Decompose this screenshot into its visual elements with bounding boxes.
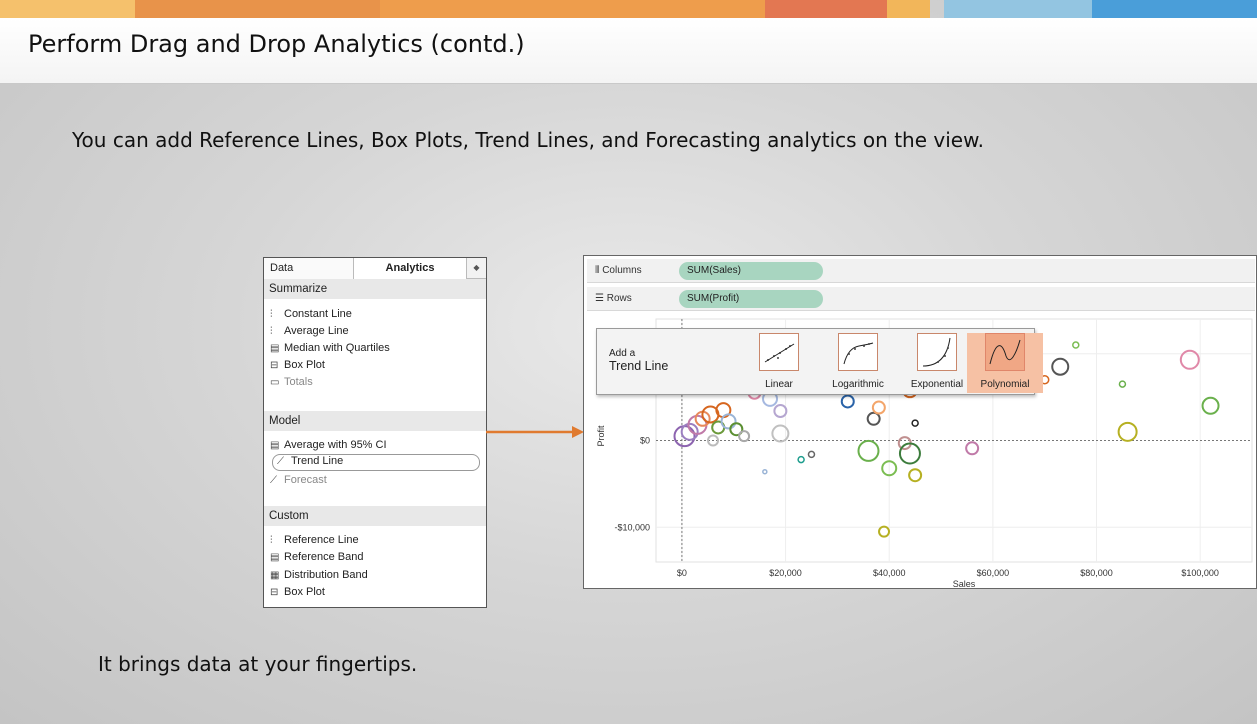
scatter-chart: $0$20,000$40,000$60,000$80,000$100,000$1… bbox=[596, 318, 1253, 588]
y-axis-label: Profit bbox=[596, 425, 606, 447]
trend-line-row[interactable]: ⟋ Trend Line bbox=[264, 454, 486, 472]
pane-item-label: Reference Band bbox=[284, 551, 364, 563]
box-plot-icon: ⊟ bbox=[270, 360, 279, 371]
x-tick-label: $20,000 bbox=[769, 568, 802, 578]
totals-icon: ▭ bbox=[270, 377, 280, 388]
band-icon: ▤ bbox=[270, 552, 280, 563]
trend-popup-line2: Trend Line bbox=[609, 359, 669, 373]
pane-item-trend-line[interactable]: ⟋ Trend Line bbox=[272, 454, 480, 471]
accent-segment bbox=[887, 0, 930, 18]
accent-segment bbox=[1092, 0, 1257, 18]
pane-item-label: Totals bbox=[284, 376, 313, 388]
trend-popup-title: Add a Trend Line bbox=[609, 347, 668, 373]
exponential-trend-icon bbox=[917, 333, 957, 371]
outro-text: It brings data at your fingertips. bbox=[98, 652, 418, 676]
accent-segment bbox=[380, 0, 765, 18]
trend-option-label: Polynomial bbox=[980, 379, 1030, 390]
slide-header: Perform Drag and Drop Analytics (contd.) bbox=[0, 18, 1257, 84]
reference-line-icon: ⫶ bbox=[270, 326, 273, 337]
trend-icon: ⟋ bbox=[277, 456, 284, 467]
pane-item-average-line[interactable]: ⫶ Average Line bbox=[270, 325, 349, 340]
trend-option-logarithmic[interactable]: Logarithmic bbox=[820, 333, 896, 393]
pane-item-label: Box Plot bbox=[284, 359, 325, 371]
pane-item-forecast[interactable]: ⟋ Forecast bbox=[270, 474, 327, 489]
pane-item-reference-line[interactable]: ⫶ Reference Line bbox=[270, 534, 359, 549]
pane-item-label: Trend Line bbox=[291, 455, 344, 467]
trend-option-linear[interactable]: Linear bbox=[741, 333, 817, 393]
accent-segment bbox=[135, 0, 380, 18]
pane-tabs: Data Analytics ◆ bbox=[264, 258, 486, 279]
pane-item-label: Median with Quartiles bbox=[284, 342, 390, 354]
y-tick-label: $0 bbox=[640, 436, 650, 446]
linear-trend-icon bbox=[759, 333, 799, 371]
pane-item-average-95ci[interactable]: ▤ Average with 95% CI bbox=[270, 439, 387, 454]
trend-option-polynomial[interactable]: Polynomial bbox=[967, 333, 1043, 393]
box-plot-icon: ⊟ bbox=[270, 587, 279, 598]
x-tick-label: $80,000 bbox=[1080, 568, 1113, 578]
pane-item-constant-line[interactable]: ⫶ Constant Line bbox=[270, 308, 352, 323]
x-tick-label: $40,000 bbox=[873, 568, 906, 578]
distribution-icon: ▦ bbox=[270, 570, 280, 581]
tableau-view: ⦀ Columns SUM(Sales) ☰ Rows SUM(Profit) … bbox=[583, 255, 1257, 589]
dropdown-caret-icon[interactable]: ◆ bbox=[466, 258, 486, 279]
trend-option-label: Exponential bbox=[910, 379, 964, 390]
section-custom: Custom bbox=[264, 506, 486, 526]
trend-option-exponential[interactable]: Exponential bbox=[899, 333, 975, 393]
pane-item-totals[interactable]: ▭ Totals bbox=[270, 376, 313, 391]
tab-data[interactable]: Data bbox=[264, 258, 354, 279]
accent-segment bbox=[765, 0, 887, 18]
pane-item-label: Distribution Band bbox=[284, 569, 368, 581]
reference-line-icon: ⫶ bbox=[270, 535, 273, 546]
logarithmic-trend-icon bbox=[838, 333, 878, 371]
trend-line-popup: Add a Trend Line Linear Logarithmic Expo… bbox=[596, 328, 1043, 395]
x-tick-label: $100,000 bbox=[1181, 568, 1219, 578]
x-tick-label: $0 bbox=[677, 568, 687, 578]
forecast-icon: ⟋ bbox=[270, 475, 277, 486]
pane-item-label: Average with 95% CI bbox=[284, 439, 387, 451]
drag-arrow-icon bbox=[486, 426, 584, 438]
accent-bar bbox=[0, 0, 1257, 18]
trend-option-label: Logarithmic bbox=[832, 379, 884, 390]
pane-item-label: Forecast bbox=[284, 474, 327, 486]
section-model: Model bbox=[264, 411, 486, 431]
y-tick-label: -$10,000 bbox=[614, 522, 650, 532]
tab-analytics[interactable]: Analytics bbox=[354, 258, 466, 279]
band-icon: ▤ bbox=[270, 343, 280, 354]
reference-line-icon: ⫶ bbox=[270, 309, 273, 320]
pane-item-median-quartiles[interactable]: ▤ Median with Quartiles bbox=[270, 342, 390, 357]
trend-option-label: Linear bbox=[765, 379, 793, 390]
polynomial-trend-icon bbox=[985, 333, 1025, 371]
analytics-pane: Data Analytics ◆ Summarize ⫶ Constant Lin… bbox=[263, 257, 487, 608]
pane-item-label: Constant Line bbox=[284, 308, 352, 320]
x-axis-label: Sales bbox=[953, 579, 976, 588]
pane-item-box-plot-custom[interactable]: ⊟ Box Plot bbox=[270, 586, 325, 601]
band-icon: ▤ bbox=[270, 440, 280, 451]
accent-segment bbox=[944, 0, 1092, 18]
pane-item-label: Average Line bbox=[284, 325, 349, 337]
pane-item-box-plot[interactable]: ⊟ Box Plot bbox=[270, 359, 325, 374]
x-tick-label: $60,000 bbox=[977, 568, 1010, 578]
section-summarize: Summarize bbox=[264, 279, 486, 299]
accent-segment bbox=[0, 0, 135, 18]
pane-item-reference-band[interactable]: ▤ Reference Band bbox=[270, 551, 364, 566]
pane-item-label: Box Plot bbox=[284, 586, 325, 598]
pane-item-label: Reference Line bbox=[284, 534, 359, 546]
slide-title: Perform Drag and Drop Analytics (contd.) bbox=[28, 30, 525, 58]
intro-text: You can add Reference Lines, Box Plots, … bbox=[72, 128, 984, 152]
pane-item-distribution-band[interactable]: ▦ Distribution Band bbox=[270, 569, 368, 584]
